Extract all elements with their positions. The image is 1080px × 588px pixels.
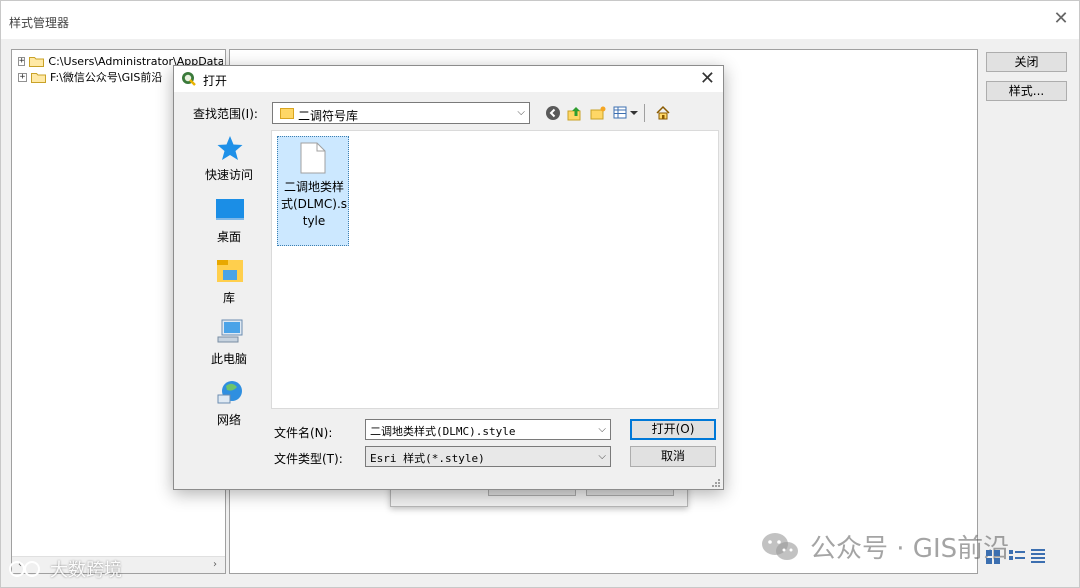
styles-button[interactable]: 样式... [986, 81, 1067, 101]
place-label: 此电脑 [210, 352, 247, 366]
style-manager-title: 样式管理器 [9, 16, 70, 30]
open-dialog-titlebar: 打开 ✕ [174, 66, 723, 92]
file-item[interactable]: 二调地类样式(DLMC).style [277, 136, 349, 246]
up-folder-icon[interactable] [566, 104, 584, 122]
qgis-app-icon [181, 71, 197, 87]
libraries-icon [215, 257, 245, 285]
watermark-left-text: 大数跨境 [50, 560, 122, 581]
file-type-dropdown[interactable]: Esri 样式(*.style) ⌵ [365, 446, 611, 467]
chevron-down-icon[interactable]: ⌵ [598, 451, 606, 462]
watermark-logo-icon [8, 559, 46, 579]
place-this-pc[interactable]: 此电脑 [184, 316, 274, 371]
wechat-icon [760, 531, 800, 563]
style-manager-titlebar: 样式管理器 ✕ [1, 1, 1079, 39]
file-name-label: 文件名(N): [274, 426, 333, 440]
place-label: 库 [222, 291, 235, 305]
new-folder-icon[interactable] [589, 104, 607, 122]
home-icon[interactable] [654, 104, 672, 122]
chevron-down-icon[interactable]: ⌵ [517, 107, 525, 118]
tree-item-label: F:\微信公众号\GIS前沿 [50, 71, 163, 84]
place-label: 网络 [216, 413, 241, 427]
tree-expander[interactable]: + [18, 56, 26, 66]
open-dialog-close-icon[interactable]: ✕ [700, 69, 715, 89]
place-label: 桌面 [216, 230, 241, 244]
watermark-right: 公众号 · GIS前沿 [760, 528, 1009, 565]
file-type-label: 文件类型(T): [274, 452, 343, 466]
file-type-value: Esri 样式(*.style) [370, 452, 485, 465]
back-icon[interactable] [544, 104, 562, 122]
toolbar-separator [644, 104, 645, 122]
file-name: 二调地类样式(DLMC).style [280, 180, 348, 228]
chevron-down-icon[interactable]: ⌵ [598, 424, 606, 435]
open-button[interactable]: 打开(O) [630, 419, 716, 440]
resize-grip-icon[interactable] [711, 477, 721, 487]
file-name-value: 二调地类样式(DLMC).style [370, 425, 516, 438]
network-icon [215, 379, 245, 407]
style-manager-close-icon[interactable]: ✕ [1053, 10, 1069, 28]
view-menu-icon[interactable] [612, 104, 640, 122]
look-in-value: 二调符号库 [298, 109, 359, 123]
place-quick-access[interactable]: 快速访问 [184, 132, 274, 187]
place-desktop[interactable]: 桌面 [184, 194, 274, 249]
open-dialog: 打开 ✕ 查找范围(I): 二调符号库 ⌵ 快速访问 桌面 库 此电脑 网络 二… [173, 65, 724, 490]
folder-icon [31, 72, 46, 83]
place-libraries[interactable]: 库 [184, 255, 274, 310]
open-dialog-title: 打开 [203, 74, 228, 88]
watermark-left: 大数跨境 [8, 556, 122, 582]
this-pc-icon [215, 318, 245, 346]
file-list[interactable]: 二调地类样式(DLMC).style [271, 130, 719, 409]
place-network[interactable]: 网络 [184, 377, 274, 432]
look-in-label: 查找范围(I): [193, 107, 258, 121]
watermark-right-text: 公众号 · GIS前沿 [810, 534, 1010, 564]
folder-icon [280, 107, 294, 119]
desktop-icon [215, 196, 245, 224]
view-mode-icons[interactable] [985, 547, 1047, 567]
folder-icon [29, 56, 45, 67]
scroll-right-icon[interactable]: › [209, 559, 221, 571]
file-name-input[interactable]: 二调地类样式(DLMC).style ⌵ [365, 419, 611, 440]
document-icon [300, 142, 326, 174]
place-label: 快速访问 [204, 168, 253, 182]
tree-expander[interactable]: + [18, 72, 27, 82]
quick-access-star-icon [215, 134, 245, 162]
cancel-button[interactable]: 取消 [630, 446, 716, 467]
close-button[interactable]: 关闭 [986, 52, 1067, 72]
places-bar: 快速访问 桌面 库 此电脑 网络 [184, 132, 274, 427]
look-in-dropdown[interactable]: 二调符号库 ⌵ [272, 102, 530, 124]
